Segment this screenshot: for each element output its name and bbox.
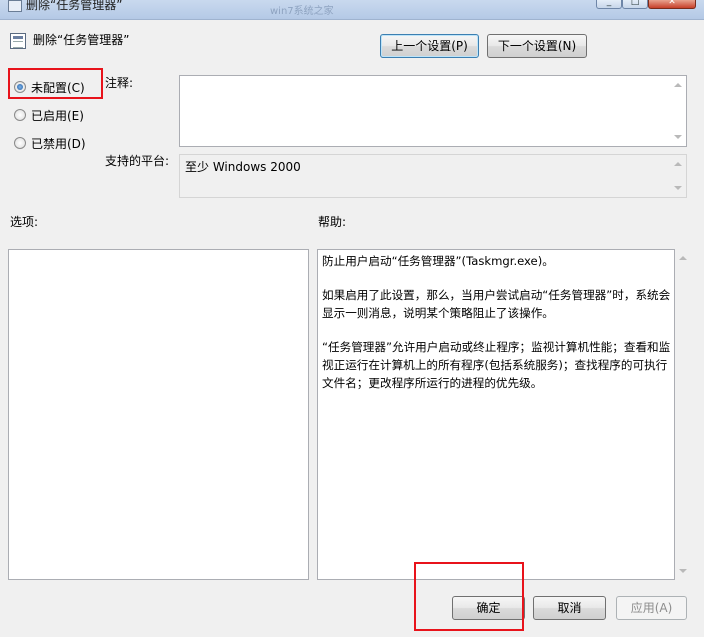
minimize-button[interactable]: _ [596, 0, 622, 9]
comment-textarea[interactable] [179, 75, 687, 147]
radio-unchecked-icon[interactable] [14, 137, 26, 149]
apply-button[interactable]: 应用(A) [616, 596, 687, 620]
radio-label: 已启用(E) [31, 109, 84, 123]
highlight-box-ok [414, 562, 524, 631]
previous-setting-button[interactable]: 上一个设置(P) [380, 34, 479, 58]
comment-scrollbar[interactable] [670, 76, 686, 146]
help-scrollbar[interactable] [675, 249, 691, 580]
scroll-up-icon[interactable] [674, 162, 682, 166]
scroll-down-icon[interactable] [674, 186, 682, 190]
comment-label: 注释: [105, 76, 134, 90]
scroll-down-icon[interactable] [679, 569, 687, 573]
options-label: 选项: [10, 215, 39, 229]
setting-title: 删除“任务管理器” [33, 33, 130, 47]
policy-setting-icon [10, 33, 26, 49]
help-paragraph: 如果启用了此设置，那么，当用户尝试启动“任务管理器”时，系统会显示一则消息，说明… [322, 288, 671, 320]
window-title: 删除“任务管理器” [26, 0, 123, 12]
platform-scrollbar[interactable] [670, 155, 686, 197]
highlight-box-not-configured [8, 68, 103, 99]
options-panel [8, 249, 309, 580]
platform-field: 至少 Windows 2000 [179, 154, 687, 198]
minimize-icon: _ [606, 0, 612, 7]
help-text: 防止用户启动“任务管理器”(Taskmgr.exe)。 如果启用了此设置，那么，… [322, 252, 672, 408]
scroll-up-icon[interactable] [679, 256, 687, 260]
help-panel: 防止用户启动“任务管理器”(Taskmgr.exe)。 如果启用了此设置，那么，… [317, 249, 675, 580]
window-titlebar[interactable]: 删除“任务管理器” win7系统之家 _ □ ✕ [0, 0, 704, 20]
help-label: 帮助: [318, 215, 347, 229]
radio-label: 已禁用(D) [31, 137, 86, 151]
radio-unchecked-icon[interactable] [14, 109, 26, 121]
platform-value: 至少 Windows 2000 [185, 160, 301, 174]
platform-label: 支持的平台: [105, 154, 170, 168]
scroll-down-icon[interactable] [674, 135, 682, 139]
cancel-button[interactable]: 取消 [533, 596, 606, 620]
watermark-text: win7系统之家 [270, 6, 334, 17]
maximize-button[interactable]: □ [622, 0, 648, 9]
close-button[interactable]: ✕ [648, 0, 696, 9]
help-paragraph: 防止用户启动“任务管理器”(Taskmgr.exe)。 [322, 254, 554, 268]
next-setting-button[interactable]: 下一个设置(N) [487, 34, 587, 58]
window-policy-icon [8, 0, 22, 12]
close-icon: ✕ [668, 0, 676, 7]
maximize-icon: □ [630, 0, 640, 7]
help-paragraph: “任务管理器”允许用户启动或终止程序；监视计算机性能；查看和监视正运行在计算机上… [322, 340, 671, 390]
scroll-up-icon[interactable] [674, 83, 682, 87]
